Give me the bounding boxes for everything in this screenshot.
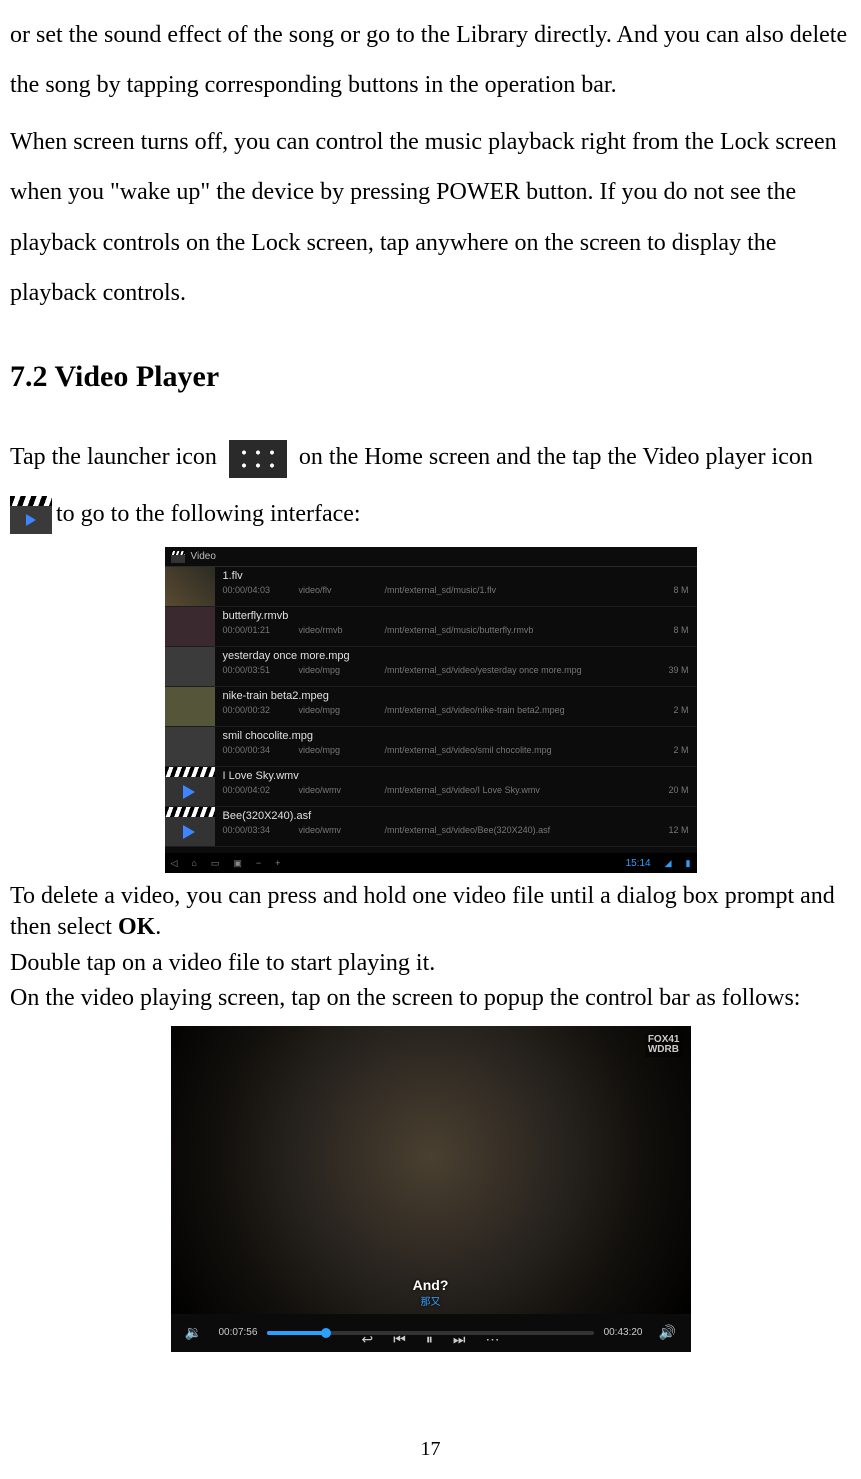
- video-type: video/mpg: [299, 665, 385, 675]
- page-number: 17: [421, 1438, 441, 1461]
- video-name: nike-train beta2.mpeg: [223, 690, 689, 702]
- wifi-icon: ◢: [665, 858, 672, 869]
- video-list-item[interactable]: Bee(320X240).asf 00:00/03:34video/wmv/mnt…: [165, 807, 697, 847]
- section-heading: 7.2 Video Player: [10, 360, 851, 394]
- video-size: 12 M: [649, 825, 689, 835]
- video-app-icon: [171, 551, 185, 563]
- video-name: smil chocolite.mpg: [223, 730, 689, 742]
- paragraph: To delete a video, you can press and hol…: [10, 881, 851, 943]
- video-path: /mnt/external_sd/video/smil chocolite.mp…: [385, 745, 649, 755]
- battery-icon: ▮: [686, 858, 691, 869]
- video-size: 2 M: [649, 745, 689, 755]
- text: to go to the following interface:: [56, 501, 361, 527]
- text: Tap the launcher icon: [10, 444, 223, 470]
- video-name: I Love Sky.wmv: [223, 770, 689, 782]
- clock: 15:14: [626, 858, 651, 869]
- video-list-item[interactable]: smil chocolite.mpg 00:00/00:34video/mpg/m…: [165, 727, 697, 767]
- volume-down-button[interactable]: 🔉: [179, 1321, 209, 1345]
- video-path: /mnt/external_sd/video/I Love Sky.wmv: [385, 785, 649, 795]
- launcher-icon: [229, 440, 287, 478]
- video-list-item[interactable]: nike-train beta2.mpeg 00:00/00:32video/mp…: [165, 687, 697, 727]
- video-size: 20 M: [649, 785, 689, 795]
- text: .: [155, 914, 161, 940]
- video-duration: 00:00/04:02: [223, 785, 299, 795]
- titlebar: Video: [165, 547, 697, 567]
- video-type: video/flv: [299, 585, 385, 595]
- video-thumbnail: [165, 767, 215, 806]
- video-duration: 00:00/04:03: [223, 585, 299, 595]
- video-path: /mnt/external_sd/video/yesterday once mo…: [385, 665, 649, 675]
- video-size: 8 M: [649, 585, 689, 595]
- subtitle: And? 那又: [413, 1277, 449, 1308]
- video-list-item[interactable]: yesterday once more.mpg 00:00/03:51video/…: [165, 647, 697, 687]
- video-size: 39 M: [649, 665, 689, 675]
- volume-down-icon[interactable]: −: [256, 858, 261, 868]
- video-type: video/mpg: [299, 745, 385, 755]
- video-size: 8 M: [649, 625, 689, 635]
- video-playback-screenshot: FOX41WDRB And? 那又 🔉 00:07:56 00:43:20 🔊 …: [171, 1026, 691, 1352]
- app-title: Video: [191, 551, 216, 562]
- video-thumbnail: [165, 607, 215, 646]
- recents-icon[interactable]: ▭: [211, 858, 220, 869]
- volume-up-icon[interactable]: +: [275, 858, 280, 868]
- prev-button[interactable]: ⏮: [393, 1331, 406, 1348]
- back-icon[interactable]: ◁: [171, 858, 178, 869]
- video-path: /mnt/external_sd/video/Bee(320X240).asf: [385, 825, 649, 835]
- pause-button[interactable]: ⏸: [426, 1331, 433, 1348]
- video-path: /mnt/external_sd/music/butterfly.rmvb: [385, 625, 649, 635]
- video-type: video/wmv: [299, 825, 385, 835]
- paragraph: When screen turns off, you can control t…: [10, 117, 851, 319]
- video-path: /mnt/external_sd/video/nike-train beta2.…: [385, 705, 649, 715]
- video-thumbnail: [165, 727, 215, 766]
- text: on the Home screen and the tap the Video…: [299, 444, 813, 470]
- volume-up-button[interactable]: 🔊: [653, 1321, 683, 1345]
- elapsed-time: 00:07:56: [215, 1327, 262, 1338]
- video-name: yesterday once more.mpg: [223, 650, 689, 662]
- video-path: /mnt/external_sd/music/1.flv: [385, 585, 649, 595]
- total-time: 00:43:20: [600, 1327, 647, 1338]
- video-duration: 00:00/03:34: [223, 825, 299, 835]
- video-frame[interactable]: [171, 1026, 691, 1314]
- video-name: butterfly.rmvb: [223, 610, 689, 622]
- channel-logo: FOX41WDRB: [645, 1034, 683, 1057]
- screenshot-icon[interactable]: ▣: [233, 858, 242, 869]
- video-thumbnail: [165, 647, 215, 686]
- video-duration: 00:00/01:21: [223, 625, 299, 635]
- video-duration: 00:00/00:32: [223, 705, 299, 715]
- paragraph: On the video playing screen, tap on the …: [10, 983, 851, 1014]
- video-duration: 00:00/00:34: [223, 745, 299, 755]
- video-thumbnail: [165, 567, 215, 606]
- video-list-item[interactable]: I Love Sky.wmv 00:00/04:02video/wmv/mnt/e…: [165, 767, 697, 807]
- video-thumbnail: [165, 687, 215, 726]
- video-player-icon: [10, 496, 52, 534]
- video-type: video/wmv: [299, 785, 385, 795]
- back-button[interactable]: ↩: [362, 1331, 374, 1348]
- system-navbar: ◁ ⌂ ▭ ▣ − + 15:14 ◢ ▮: [165, 853, 697, 873]
- video-list-item[interactable]: 1.flv 00:00/04:03video/flv/mnt/external_s…: [165, 567, 697, 607]
- video-type: video/mpg: [299, 705, 385, 715]
- video-name: Bee(320X240).asf: [223, 810, 689, 822]
- video-library-screenshot: Video 1.flv 00:00/04:03video/flv/mnt/exte…: [165, 547, 697, 873]
- menu-button[interactable]: ⋯: [485, 1331, 499, 1348]
- next-button[interactable]: ⏭: [453, 1331, 466, 1348]
- bold-text: OK: [118, 914, 155, 940]
- paragraph: to go to the following interface:: [10, 489, 851, 539]
- video-thumbnail: [165, 807, 215, 846]
- video-duration: 00:00/03:51: [223, 665, 299, 675]
- paragraph: Tap the launcher icon on the Home screen…: [10, 432, 851, 482]
- video-size: 2 M: [649, 705, 689, 715]
- paragraph: Double tap on a video file to start play…: [10, 948, 851, 979]
- video-list-item[interactable]: butterfly.rmvb 00:00/01:21video/rmvb/mnt/…: [165, 607, 697, 647]
- paragraph: or set the sound effect of the song or g…: [10, 10, 851, 111]
- video-name: 1.flv: [223, 570, 689, 582]
- home-icon[interactable]: ⌂: [191, 858, 196, 868]
- video-type: video/rmvb: [299, 625, 385, 635]
